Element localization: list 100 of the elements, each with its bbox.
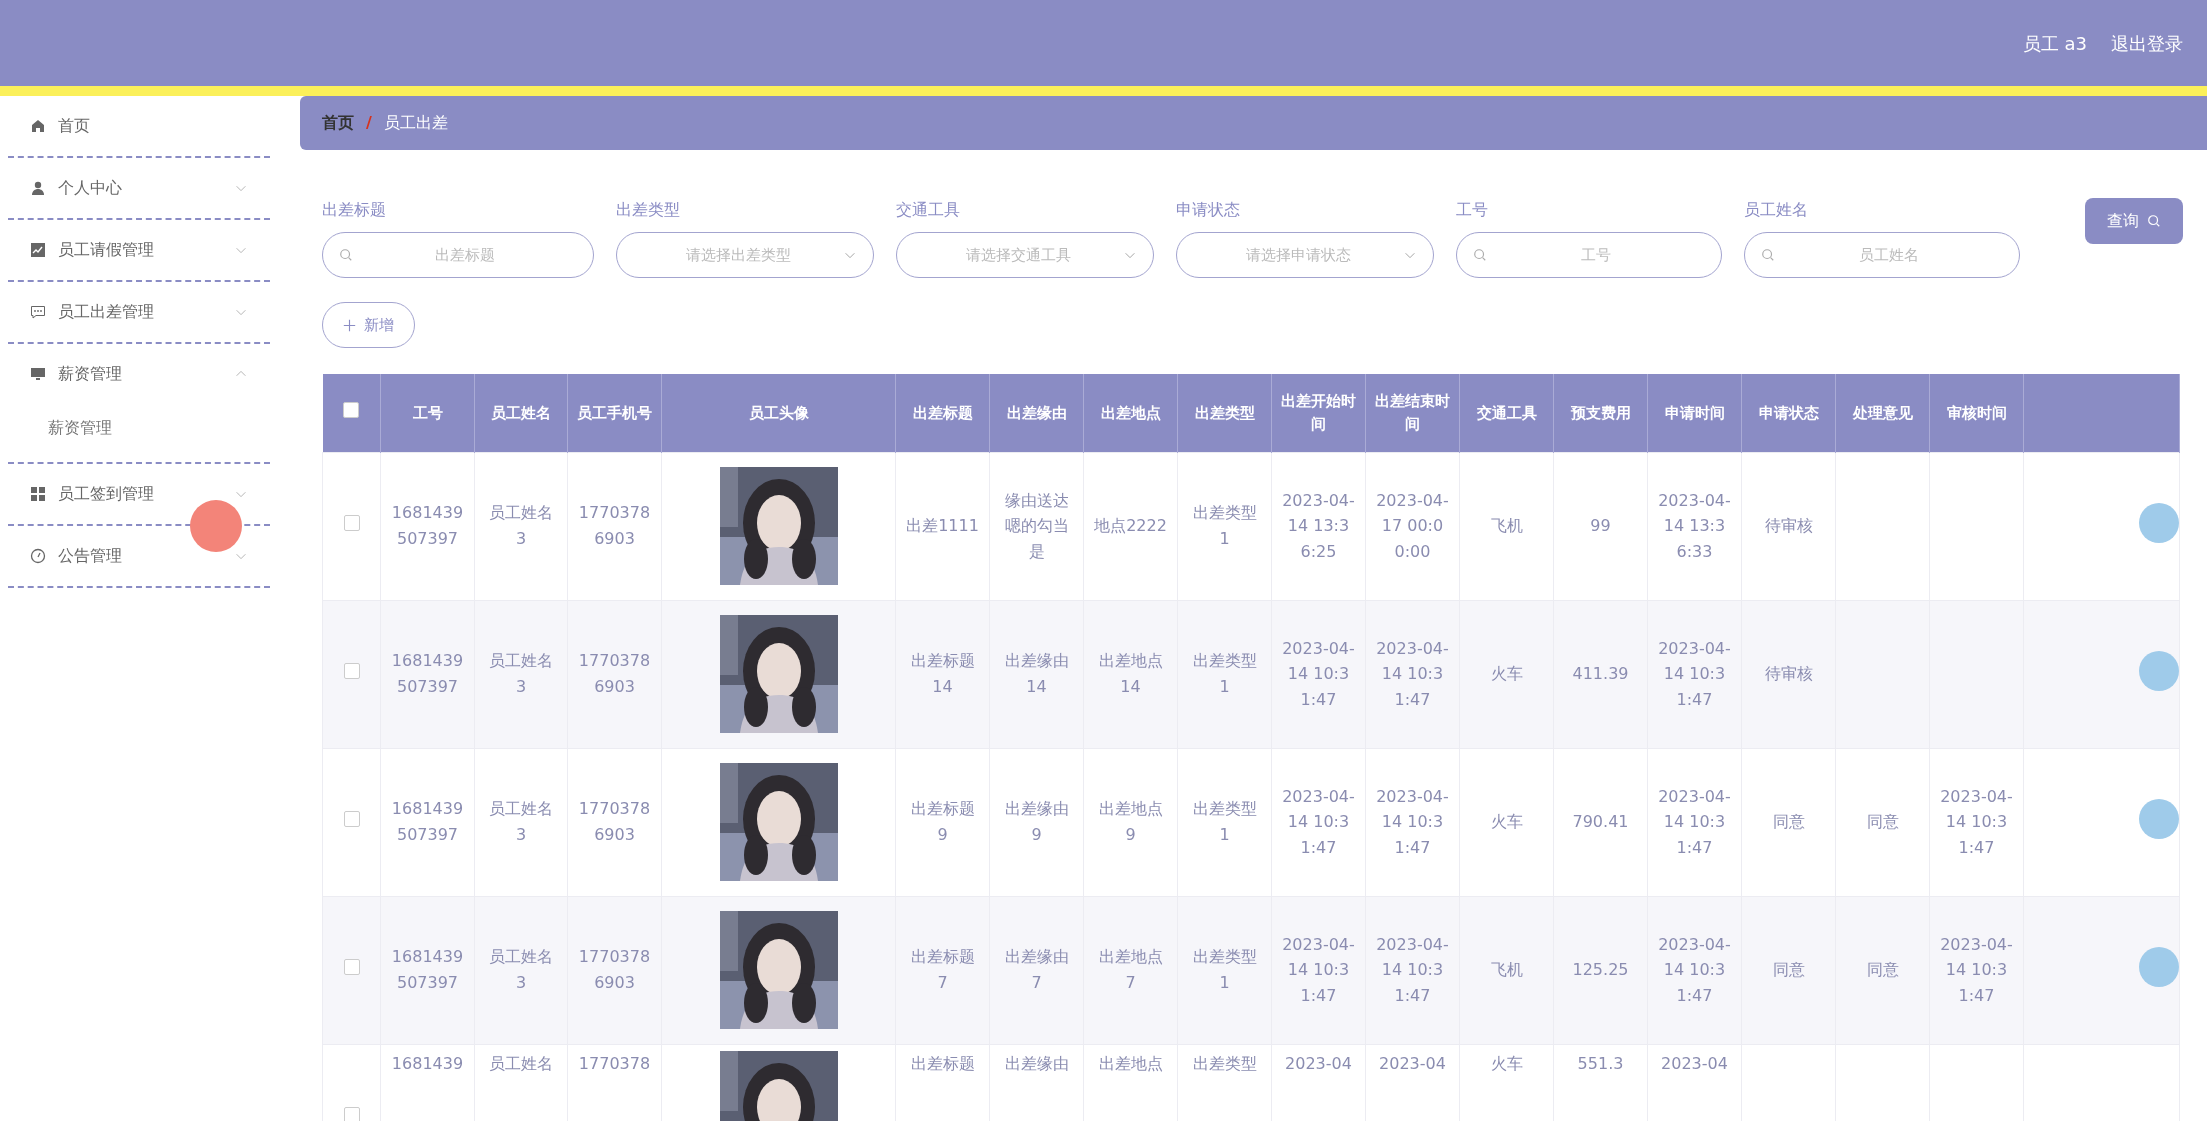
select-all-checkbox[interactable]: [343, 401, 360, 418]
table-cell: 2023-04-14 10:31:47: [1282, 638, 1355, 709]
filter-label: 工号: [1456, 199, 1489, 221]
action-button[interactable]: [2139, 502, 2179, 543]
table-cell: 2023-04-14 10:31:47: [1940, 786, 2013, 857]
table-cell: 411.39: [1572, 664, 1629, 684]
table-cell: 125.25: [1572, 960, 1629, 980]
column-header[interactable]: 员工手机号: [567, 374, 662, 452]
column-header[interactable]: 出差缘由: [989, 374, 1084, 452]
table-cell: 出差类型1: [1192, 651, 1257, 696]
table-cell: 17703786903: [578, 799, 651, 844]
table-cell: 出差标题9: [910, 799, 975, 844]
table-cell: 1681439507397: [391, 651, 464, 696]
table-cell: 2023-04: [1379, 1053, 1446, 1073]
column-header[interactable]: 申请状态: [1741, 374, 1836, 452]
table-cell: 出差缘由7: [1004, 947, 1069, 992]
column-header[interactable]: 预支费用: [1553, 374, 1648, 452]
column-header[interactable]: 出差类型: [1177, 374, 1272, 452]
column-header[interactable]: 交通工具: [1459, 374, 1554, 452]
table-cell: 员工姓名3: [489, 947, 553, 992]
table-cell: 员工姓名3: [489, 799, 553, 844]
table-cell: 待审核: [1764, 664, 1813, 684]
table-cell: 1770378: [578, 1053, 651, 1073]
table-cell: 同意: [1866, 960, 1899, 980]
column-header[interactable]: 出差结束时间: [1365, 374, 1460, 452]
add-button[interactable]: 新增: [322, 302, 415, 348]
table-cell: 99: [1590, 516, 1611, 536]
sidebar-item[interactable]: 个人中心: [8, 176, 270, 200]
table-cell: 2023-04-14 13:36:33: [1658, 490, 1731, 561]
sidebar-item[interactable]: 公告管理: [8, 544, 270, 568]
table-cell: 待审核: [1764, 516, 1813, 536]
action-button[interactable]: [2139, 650, 2179, 691]
action-button[interactable]: [2139, 946, 2179, 987]
chart-icon: [30, 242, 46, 258]
action-button[interactable]: [2139, 798, 2179, 839]
table-cell: 551.3: [1577, 1053, 1624, 1073]
breadcrumb-item[interactable]: 首页: [322, 111, 354, 135]
table-cell: 出差缘由14: [1004, 651, 1069, 696]
table-cell: 2023-04-17 00:00:00: [1376, 490, 1449, 561]
column-header[interactable]: 工号: [380, 374, 475, 452]
filter-label: 出差标题: [322, 199, 387, 221]
table-cell: 17703786903: [578, 947, 651, 992]
column-header[interactable]: 申请时间: [1647, 374, 1742, 452]
row-checkbox[interactable]: [343, 515, 360, 532]
table-cell: 员工姓名3: [489, 503, 553, 548]
sidebar-item[interactable]: 薪资管理: [8, 362, 270, 386]
filter-label: 员工姓名: [1744, 199, 1809, 221]
table-cell: 出差地点: [1098, 1053, 1163, 1073]
table-cell: 17703786903: [578, 503, 651, 548]
table-cell: 地点2222: [1094, 516, 1167, 536]
sidebar-item[interactable]: 员工出差管理: [8, 300, 270, 324]
column-header[interactable]: 处理意见: [1835, 374, 1930, 452]
table-cell: 火车: [1490, 1053, 1523, 1073]
sidebar-item[interactable]: 首页: [8, 114, 270, 138]
search-icon: [1473, 248, 1487, 262]
table-cell: 出差标题14: [910, 651, 975, 696]
table-cell: 员工姓名: [489, 1053, 553, 1073]
filter-label: 申请状态: [1176, 199, 1241, 221]
user-name: 员工 a3: [2022, 31, 2087, 56]
table-cell: 出差标题7: [910, 947, 975, 992]
row-checkbox[interactable]: [343, 663, 360, 680]
table-cell: 790.41: [1572, 812, 1629, 832]
table-cell: 2023-04-14 10:31:47: [1282, 786, 1355, 857]
row-checkbox[interactable]: [343, 811, 360, 828]
table-cell: 2023-04-14 13:36:25: [1282, 490, 1355, 561]
gauge-icon: [30, 548, 46, 564]
row-checkbox[interactable]: [343, 1107, 360, 1121]
search-button[interactable]: 查询: [2085, 198, 2183, 244]
column-header[interactable]: 审核时间: [1929, 374, 2024, 452]
column-header[interactable]: 出差开始时间: [1271, 374, 1366, 452]
column-header[interactable]: 员工头像: [661, 374, 896, 452]
breadcrumb-item: 员工出差: [383, 112, 448, 134]
table-cell: 飞机: [1490, 516, 1523, 536]
column-header[interactable]: 出差标题: [895, 374, 990, 452]
row-checkbox[interactable]: [343, 959, 360, 976]
submenu-item[interactable]: 薪资管理: [8, 386, 270, 444]
table-cell: 2023-04-14 10:31:47: [1282, 934, 1355, 1005]
user-icon: [30, 180, 46, 196]
search-icon: [1761, 248, 1775, 262]
table-cell: 同意: [1866, 812, 1899, 832]
sidebar-item[interactable]: 员工请假管理: [8, 238, 270, 262]
table-cell: 出差标题: [910, 1053, 975, 1073]
plus-icon: [343, 318, 356, 332]
table-cell: 飞机: [1490, 960, 1523, 980]
sidebar-item[interactable]: 员工签到管理: [8, 482, 270, 506]
table-cell: 出差地点14: [1098, 651, 1163, 696]
table-cell: 出差类型1: [1192, 799, 1257, 844]
column-header[interactable]: 员工姓名: [474, 374, 568, 452]
home-icon: [30, 118, 46, 134]
monitor-icon: [30, 366, 46, 382]
filter-label: 交通工具: [896, 199, 961, 221]
table-cell: 2023-04-14 10:31:47: [1658, 786, 1731, 857]
table-cell: 2023-04-14 10:31:47: [1940, 934, 2013, 1005]
table-cell: 17703786903: [578, 651, 651, 696]
table-cell: 缘由送达嗯的勾当是: [1004, 490, 1069, 561]
grid-icon: [30, 486, 46, 502]
table-cell: 同意: [1772, 812, 1805, 832]
logout-link[interactable]: 退出登录: [2111, 29, 2183, 57]
column-header[interactable]: 出差地点: [1083, 374, 1178, 452]
table-cell: 出差1111: [906, 516, 979, 536]
